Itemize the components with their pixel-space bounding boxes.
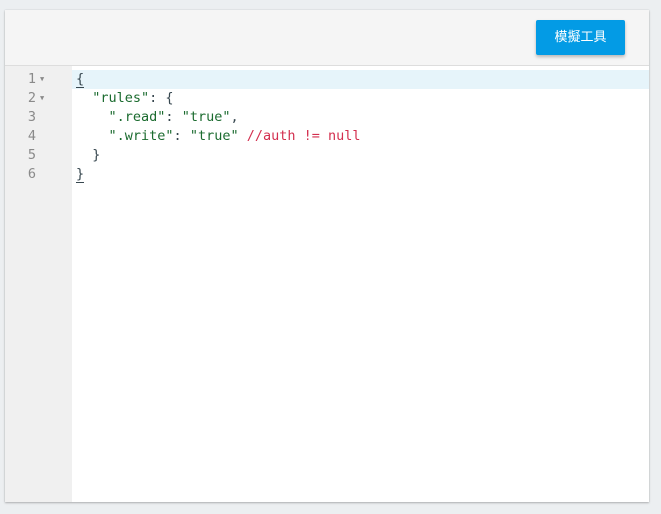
read-value: "true": [181, 109, 231, 125]
close-brace: }: [76, 166, 85, 183]
line-number: 5: [27, 147, 36, 163]
line-number: 2: [27, 90, 36, 106]
punctuation: :: [173, 128, 190, 144]
code-line-2[interactable]: "rules": {: [72, 89, 649, 108]
gutter-line-5: 5: [5, 146, 72, 165]
fold-arrow-icon[interactable]: ▼: [40, 89, 44, 108]
open-brace: {: [76, 71, 85, 88]
punctuation: : {: [149, 90, 174, 106]
gutter-line-4: 4: [5, 127, 72, 146]
line-number: 3: [27, 109, 36, 125]
code-comment: //auth != null: [246, 128, 361, 144]
code-line-4[interactable]: ".write": "true" //auth != null: [72, 127, 649, 146]
code-line-1[interactable]: {: [72, 70, 649, 89]
rules-key: "rules": [92, 90, 150, 106]
fold-arrow-icon[interactable]: ▼: [40, 70, 44, 89]
line-number-gutter: 1 ▼ 2 ▼ 3 4 5 6: [5, 66, 72, 502]
code-line-5[interactable]: }: [72, 146, 649, 165]
gutter-line-6: 6: [5, 165, 72, 184]
simulator-button[interactable]: 模擬工具: [536, 20, 625, 55]
write-key: ".write": [108, 128, 174, 144]
code-editor[interactable]: 1 ▼ 2 ▼ 3 4 5 6 {"rules": {".read": "t…: [5, 66, 649, 502]
rules-editor-panel: 模擬工具 1 ▼ 2 ▼ 3 4 5 6 {"rules": {".read…: [5, 10, 649, 502]
punctuation: ,: [230, 109, 239, 125]
write-value: "true": [189, 128, 239, 144]
gutter-line-3: 3: [5, 108, 72, 127]
code-content[interactable]: { "rules": { ".read": "true", ".write": …: [72, 66, 649, 502]
code-line-3[interactable]: ".read": "true",: [72, 108, 649, 127]
code-line-6[interactable]: }: [72, 165, 649, 184]
close-brace-inner: }: [76, 147, 101, 163]
punctuation: :: [165, 109, 182, 125]
line-number: 1: [27, 71, 36, 87]
gutter-line-1: 1 ▼: [5, 70, 72, 89]
toolbar: 模擬工具: [5, 10, 649, 66]
read-key: ".read": [108, 109, 166, 125]
line-number: 4: [27, 128, 36, 144]
gutter-line-2: 2 ▼: [5, 89, 72, 108]
line-number: 6: [27, 166, 36, 182]
